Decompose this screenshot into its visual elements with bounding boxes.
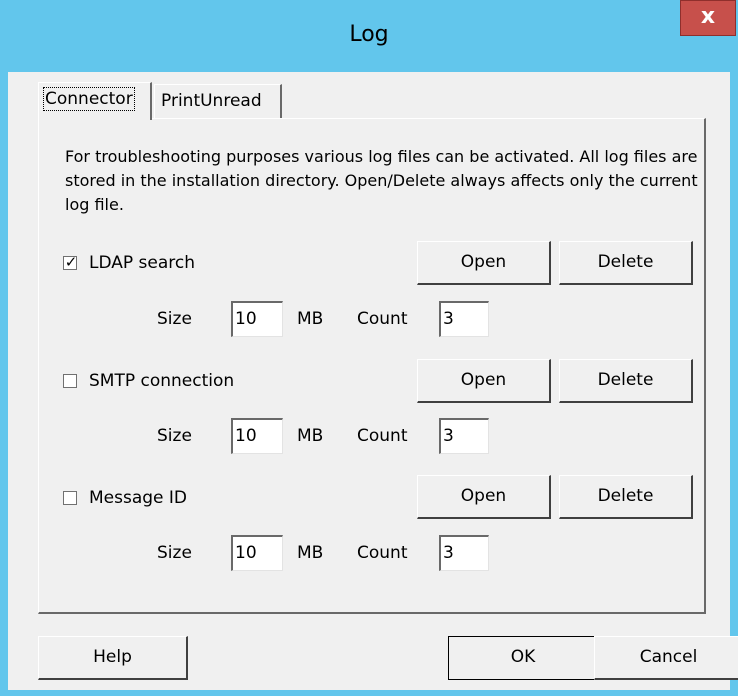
ok-button[interactable]: OK: [448, 636, 598, 680]
tab-connector-label: Connector: [43, 87, 135, 111]
smtp-delete-button[interactable]: Delete: [559, 359, 693, 403]
cancel-button[interactable]: Cancel: [594, 636, 738, 680]
message-id-checkbox-row[interactable]: Message ID: [63, 488, 187, 508]
smtp-connection-checkbox[interactable]: [63, 374, 77, 388]
message-id-open-button[interactable]: Open: [417, 475, 551, 519]
ldap-count-label: Count: [357, 309, 408, 329]
tab-connector[interactable]: Connector: [38, 82, 152, 120]
help-button[interactable]: Help: [38, 636, 188, 680]
ldap-count-input[interactable]: 3: [439, 301, 489, 337]
message-id-count-label: Count: [357, 543, 408, 563]
tab-printunread[interactable]: PrintUnread: [154, 84, 282, 118]
window-title: Log: [349, 22, 389, 47]
description-text: For troubleshooting purposes various log…: [65, 147, 698, 214]
message-id-checkbox[interactable]: [63, 491, 77, 505]
message-id-size-input[interactable]: 10: [231, 535, 283, 571]
smtp-size-label: Size: [157, 426, 192, 446]
smtp-size-input[interactable]: 10: [231, 418, 283, 454]
smtp-open-button[interactable]: Open: [417, 359, 551, 403]
smtp-mb-label: MB: [297, 426, 324, 446]
close-icon: x: [700, 4, 716, 29]
message-id-count-input[interactable]: 3: [439, 535, 489, 571]
tab-printunread-label: PrintUnread: [161, 91, 262, 111]
ldap-search-label: LDAP search: [89, 253, 196, 273]
smtp-count-label: Count: [357, 426, 408, 446]
message-id-label: Message ID: [89, 488, 188, 508]
smtp-connection-checkbox-row[interactable]: SMTP connection: [63, 371, 234, 391]
ldap-search-checkbox[interactable]: ✓: [63, 253, 78, 271]
smtp-count-input[interactable]: 3: [439, 418, 489, 454]
ldap-size-label: Size: [157, 309, 192, 329]
smtp-connection-label: SMTP connection: [89, 371, 235, 391]
ldap-mb-label: MB: [297, 309, 324, 329]
ldap-search-checkbox-row[interactable]: ✓ LDAP search: [63, 253, 195, 273]
ldap-delete-button[interactable]: Delete: [559, 241, 693, 285]
message-id-mb-label: MB: [297, 543, 324, 563]
log-dialog: Log x Connector PrintUnread For troubles…: [0, 0, 738, 696]
title-bar[interactable]: Log x: [0, 0, 738, 72]
message-id-size-label: Size: [157, 543, 192, 563]
message-id-delete-button[interactable]: Delete: [559, 475, 693, 519]
ldap-open-button[interactable]: Open: [417, 241, 551, 285]
close-button[interactable]: x: [680, 0, 736, 36]
connector-tab-panel: For troubleshooting purposes various log…: [38, 118, 706, 614]
checkmark-icon: ✓: [64, 253, 78, 271]
ldap-size-input[interactable]: 10: [231, 301, 283, 337]
dialog-client-area: Connector PrintUnread For troubleshootin…: [8, 72, 738, 690]
